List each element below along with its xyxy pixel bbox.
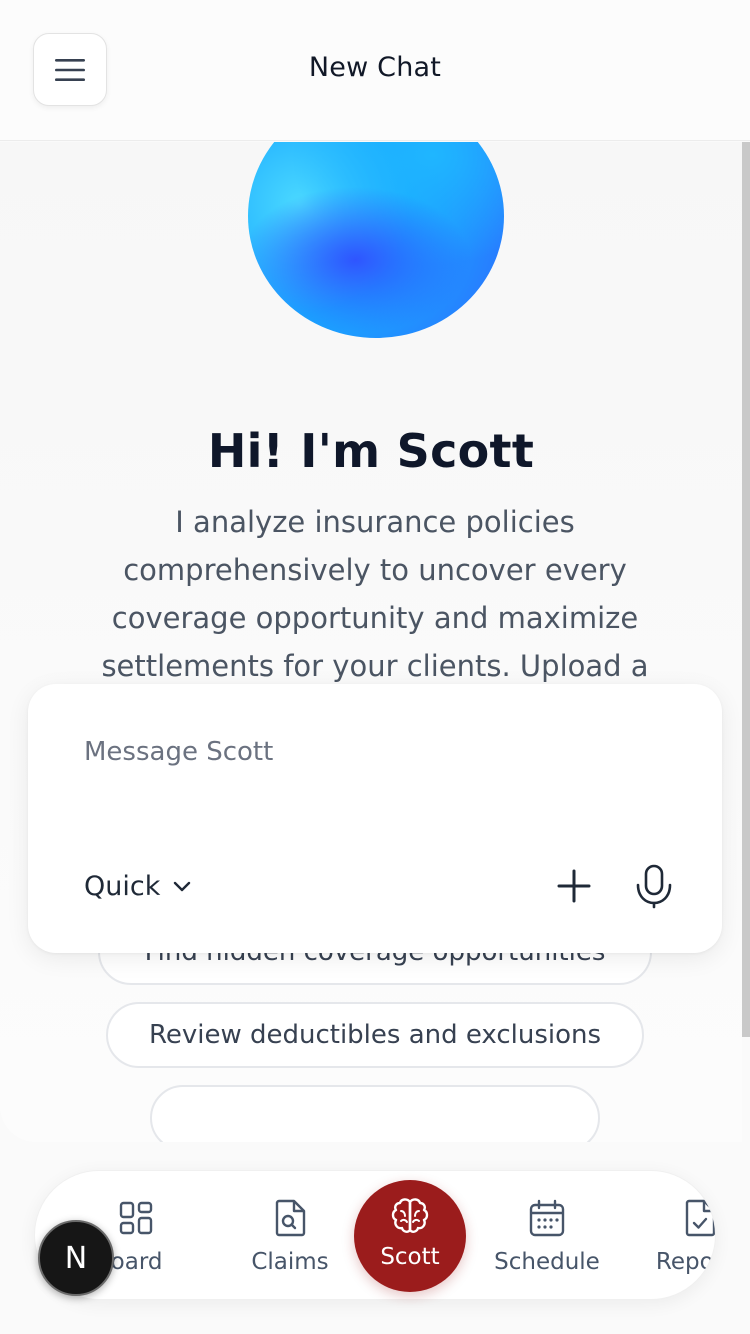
nav-label-reports: Reports [655, 1249, 715, 1275]
nav-label-claims: Claims [251, 1249, 329, 1275]
nav-label-schedule: Schedule [494, 1249, 600, 1275]
file-check-icon [685, 1199, 715, 1237]
message-input[interactable] [84, 732, 644, 772]
message-composer: Quick [28, 684, 722, 953]
page-title: New Chat [308, 52, 442, 83]
nav-item-schedule[interactable]: Schedule [483, 1171, 611, 1299]
plus-icon [557, 869, 591, 903]
suggestion-chip[interactable] [150, 1085, 600, 1142]
mode-label: Quick [84, 870, 161, 902]
voice-input-button[interactable] [632, 862, 676, 910]
scrollbar[interactable] [742, 142, 750, 1037]
suggestion-label: Review deductibles and exclusions [148, 1020, 602, 1050]
assistant-intro-text: I analyze insurance policies comprehensi… [101, 505, 649, 683]
suggestion-chip[interactable]: Review deductibles and exclusions [106, 1002, 644, 1068]
attach-button[interactable] [552, 864, 596, 908]
top-header: New Chat [0, 0, 750, 141]
nav-item-claims[interactable]: Claims [235, 1171, 345, 1299]
nav-item-reports[interactable]: Reports [645, 1171, 715, 1299]
file-search-icon [275, 1199, 306, 1237]
grid-icon [119, 1201, 153, 1235]
greeting-heading: Hi! I'm Scott [207, 424, 535, 478]
calendar-icon [529, 1199, 565, 1237]
nav-item-scott[interactable]: Scott [354, 1180, 466, 1292]
user-avatar-badge[interactable]: N [38, 1220, 114, 1296]
chevron-down-icon [174, 881, 191, 892]
chat-welcome-area: Hi! I'm Scott I analyze insurance polici… [0, 142, 742, 1142]
microphone-icon [636, 864, 672, 909]
avatar-letter: N [64, 1240, 88, 1276]
mode-dropdown[interactable]: Quick [84, 868, 192, 904]
assistant-orb [248, 142, 504, 338]
nav-label-scott: Scott [380, 1244, 440, 1270]
brain-icon [391, 1198, 429, 1233]
